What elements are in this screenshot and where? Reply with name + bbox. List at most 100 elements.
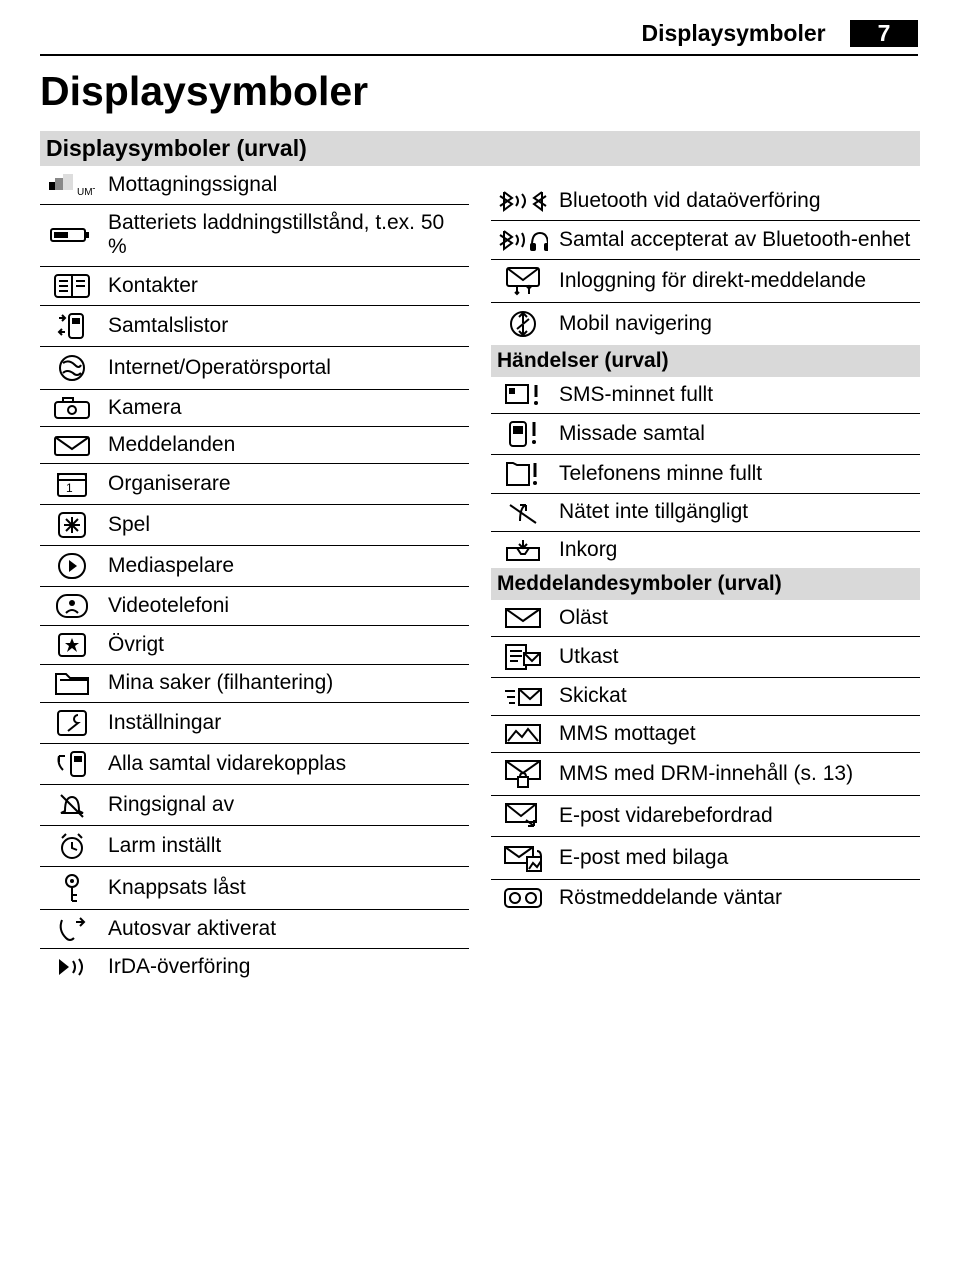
folder-icon bbox=[42, 672, 102, 696]
row-label: Mina saker (filhantering) bbox=[108, 671, 333, 694]
table-row: Meddelanden bbox=[40, 427, 469, 464]
row-label: Inkorg bbox=[559, 538, 617, 561]
table-row: Telefonens minne fullt bbox=[491, 455, 920, 494]
icon-table-msg: Oläst Utkast Skickat bbox=[491, 600, 920, 916]
alarm-clock-icon bbox=[42, 832, 102, 860]
inbox-icon bbox=[493, 538, 553, 562]
memory-full-icon bbox=[493, 461, 553, 487]
call-forward-icon bbox=[42, 750, 102, 778]
left-column: UMTS Mottagningssignal Batteriets laddni… bbox=[40, 166, 469, 985]
icon-table-events: SMS-minnet fullt Missade samtal Telefone… bbox=[491, 377, 920, 568]
mms-drm-icon bbox=[493, 759, 553, 789]
row-label: E-post med bilaga bbox=[559, 846, 728, 869]
table-row: Inställningar bbox=[40, 702, 469, 743]
video-person-icon bbox=[42, 593, 102, 619]
table-row: Skickat bbox=[491, 678, 920, 715]
table-row: Alla samtal vidarekopplas bbox=[40, 743, 469, 784]
row-label: Mottagningssignal bbox=[108, 173, 277, 196]
row-label: Inställningar bbox=[108, 711, 221, 734]
table-row: Bluetooth vid dataöverföring bbox=[491, 182, 920, 221]
row-label: Skickat bbox=[559, 684, 627, 707]
section-events: Händelser (urval) bbox=[491, 345, 920, 377]
table-row: Videotelefoni bbox=[40, 587, 469, 626]
globe-icon bbox=[42, 353, 102, 383]
row-label: IrDA-överföring bbox=[108, 955, 250, 978]
row-label: Spel bbox=[108, 513, 150, 536]
games-icon bbox=[42, 511, 102, 539]
icon-table-right-top: Bluetooth vid dataöverföring Samtal acce… bbox=[491, 182, 920, 345]
row-label: Röstmeddelande väntar bbox=[559, 886, 782, 909]
running-header-label: Displaysymboler bbox=[642, 20, 826, 46]
table-row: Övrigt bbox=[40, 626, 469, 665]
page-number: 7 bbox=[872, 20, 897, 46]
row-label: Batteriets laddningstillstånd, t.ex. 50 … bbox=[108, 211, 444, 258]
email-attachment-icon bbox=[493, 843, 553, 873]
row-label: Meddelanden bbox=[108, 433, 235, 456]
table-row: E-post med bilaga bbox=[491, 837, 920, 880]
table-row: Ringsignal av bbox=[40, 784, 469, 825]
table-row: Samtal accepterat av Bluetooth-enhet bbox=[491, 221, 920, 260]
table-row: Samtalslistor bbox=[40, 305, 469, 346]
no-network-icon bbox=[493, 501, 553, 525]
row-label: Autosvar aktiverat bbox=[108, 917, 276, 940]
row-label: Kamera bbox=[108, 396, 182, 419]
manual-page: Displaysymboler 7 Displaysymboler Displa… bbox=[0, 0, 960, 1269]
table-row: MMS mottaget bbox=[491, 715, 920, 752]
key-icon bbox=[42, 873, 102, 903]
svg-text:1: 1 bbox=[66, 481, 73, 495]
row-label: E-post vidarebefordrad bbox=[559, 804, 773, 827]
row-label: Utkast bbox=[559, 645, 619, 668]
table-row: Missade samtal bbox=[491, 414, 920, 455]
sms-full-icon bbox=[493, 383, 553, 407]
table-row: UMTS Mottagningssignal bbox=[40, 166, 469, 205]
page-title: Displaysymboler bbox=[40, 0, 920, 115]
row-label: Mediaspelare bbox=[108, 554, 234, 577]
row-label: Samtal accepterat av Bluetooth-enhet bbox=[559, 228, 910, 251]
row-label: Organiserare bbox=[108, 472, 231, 495]
auto-answer-icon bbox=[42, 916, 102, 942]
row-label: SMS-minnet fullt bbox=[559, 383, 713, 406]
row-label: Larm inställt bbox=[108, 834, 221, 857]
mms-received-icon bbox=[493, 723, 553, 745]
im-login-icon bbox=[493, 266, 553, 296]
row-label: Mobil navigering bbox=[559, 312, 712, 335]
signal-umts-icon: UMTS bbox=[42, 172, 102, 198]
row-label: MMS mottaget bbox=[559, 722, 696, 745]
sent-icon bbox=[493, 685, 553, 709]
call-list-icon bbox=[42, 312, 102, 340]
table-row: SMS-minnet fullt bbox=[491, 377, 920, 414]
calendar-icon: 1 bbox=[42, 470, 102, 498]
table-row: Larm inställt bbox=[40, 825, 469, 866]
row-label: Oläst bbox=[559, 606, 608, 629]
row-label: MMS med DRM-innehåll (s. 13) bbox=[559, 762, 853, 785]
table-row: Röstmeddelande väntar bbox=[491, 880, 920, 917]
table-row: Inloggning för direkt-meddelande bbox=[491, 260, 920, 303]
table-row: Utkast bbox=[491, 637, 920, 678]
table-row: 1 Organiserare bbox=[40, 464, 469, 505]
table-row: Batteriets laddningstillstånd, t.ex. 50 … bbox=[40, 205, 469, 267]
page-tab: 7 bbox=[850, 20, 918, 47]
camera-icon bbox=[42, 396, 102, 420]
table-row: Kontakter bbox=[40, 266, 469, 305]
table-row: Knappsats låst bbox=[40, 866, 469, 909]
table-row: Mediaspelare bbox=[40, 546, 469, 587]
table-row: Mina saker (filhantering) bbox=[40, 665, 469, 702]
irda-icon bbox=[42, 955, 102, 979]
running-header: Displaysymboler 7 bbox=[642, 20, 918, 47]
row-label: Ringsignal av bbox=[108, 793, 234, 816]
navigation-icon bbox=[493, 309, 553, 339]
section-display-symbols: Displaysymboler (urval) bbox=[40, 131, 920, 166]
table-row: Inkorg bbox=[491, 531, 920, 568]
row-label: Internet/Operatörsportal bbox=[108, 356, 331, 379]
table-row: Kamera bbox=[40, 389, 469, 426]
row-label: Missade samtal bbox=[559, 422, 705, 445]
star-box-icon bbox=[42, 632, 102, 658]
columns-wrap: UMTS Mottagningssignal Batteriets laddni… bbox=[40, 166, 920, 985]
table-row: Nätet inte tillgängligt bbox=[491, 494, 920, 531]
row-label: Videotelefoni bbox=[108, 594, 229, 617]
table-row: Spel bbox=[40, 505, 469, 546]
table-row: Mobil navigering bbox=[491, 303, 920, 346]
table-row: MMS med DRM-innehåll (s. 13) bbox=[491, 753, 920, 796]
row-label: Knappsats låst bbox=[108, 876, 246, 899]
play-icon bbox=[42, 552, 102, 580]
